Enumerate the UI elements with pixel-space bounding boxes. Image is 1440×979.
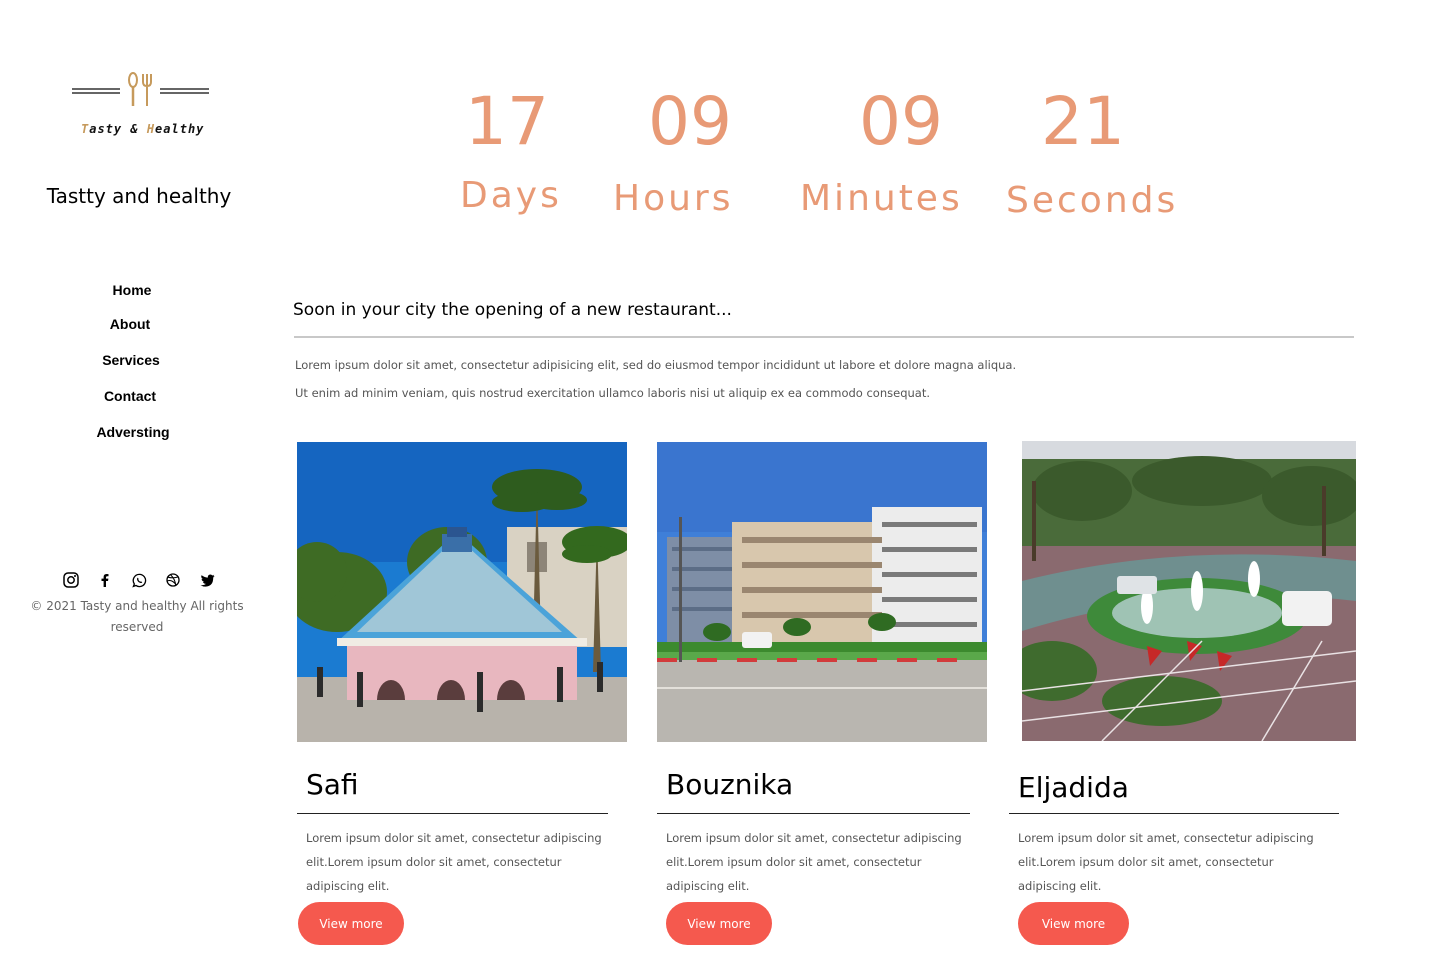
countdown-minutes-label: Minutes: [800, 178, 963, 219]
nav-home[interactable]: Home: [80, 282, 184, 298]
countdown-hours-value: 09: [648, 83, 732, 160]
card-image-bouznika[interactable]: [657, 442, 987, 742]
nav-contact[interactable]: Contact: [78, 388, 182, 404]
facebook-icon[interactable]: [95, 570, 115, 590]
whatsapp-icon[interactable]: [129, 570, 149, 590]
instagram-icon[interactable]: [61, 570, 81, 590]
intro-line-2: Ut enim ad minim veniam, quis nostrud ex…: [295, 386, 930, 400]
page-headline: Soon in your city the opening of a new r…: [293, 300, 732, 320]
countdown-seconds-label: Seconds: [1006, 180, 1179, 221]
card-divider: [1009, 813, 1339, 814]
card-title-eljadida: Eljadida: [1018, 771, 1129, 804]
view-more-button-eljadida[interactable]: View more: [1018, 902, 1129, 945]
nav-services[interactable]: Services: [79, 352, 183, 368]
dribbble-icon[interactable]: [163, 570, 183, 590]
copyright-text: © 2021 Tasty and healthy All rights reser…: [30, 599, 244, 634]
card-text-safi: Lorem ipsum dolor sit amet, consectetur …: [306, 831, 602, 893]
card-image-eljadida[interactable]: [1022, 441, 1356, 741]
countdown-hours-label: Hours: [613, 178, 734, 219]
twitter-icon[interactable]: [197, 570, 217, 590]
countdown-days-label: Days: [460, 175, 562, 216]
countdown-days-value: 17: [465, 83, 549, 160]
intro-line-1: Lorem ipsum dolor sit amet, consectetur …: [295, 358, 1017, 372]
card-title-safi: Safi: [306, 768, 359, 801]
divider: [294, 336, 1354, 338]
card-divider: [657, 813, 970, 814]
card-text-eljadida: Lorem ipsum dolor sit amet, consectetur …: [1018, 831, 1314, 893]
social-links: [60, 570, 220, 590]
card-divider: [297, 813, 608, 814]
cutlery-logo-icon: [72, 72, 209, 106]
view-more-button-safi[interactable]: View more: [298, 902, 404, 945]
card-text-bouznika: Lorem ipsum dolor sit amet, consectetur …: [666, 831, 962, 893]
nav-about[interactable]: About: [78, 316, 182, 332]
nav-adversting[interactable]: Adversting: [81, 424, 185, 440]
brand-title: Tastty and healthy: [46, 184, 232, 208]
countdown-minutes-value: 09: [859, 83, 943, 160]
card-title-bouznika: Bouznika: [666, 768, 794, 801]
countdown-seconds-value: 21: [1041, 83, 1125, 160]
logo-text: Tasty & Healthy: [81, 122, 205, 136]
card-image-safi[interactable]: [297, 442, 627, 742]
view-more-button-bouznika[interactable]: View more: [666, 902, 772, 945]
